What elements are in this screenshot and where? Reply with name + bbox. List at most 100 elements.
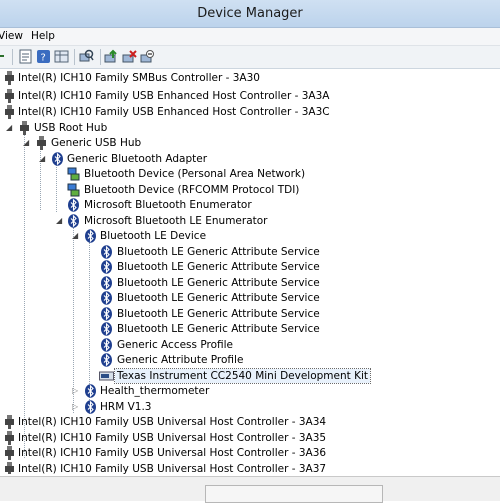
bluetooth-icon [100, 291, 113, 305]
status-bar [0, 476, 500, 503]
bluetooth-icon [84, 384, 97, 398]
bluetooth-icon [100, 307, 113, 321]
tree-row-label: Bluetooth LE Generic Attribute Service [117, 277, 320, 289]
device-tree[interactable]: Intel(R) ICH10 Family SMBus Controller -… [0, 70, 500, 474]
bluetooth-icon [84, 400, 97, 414]
tree-row[interactable]: Bluetooth LE Generic Attribute Service [0, 307, 500, 322]
window-title: Device Manager [197, 6, 303, 21]
usb-plug-icon [3, 89, 16, 103]
tree-row[interactable]: Intel(R) ICH10 Family USB Enhanced Host … [0, 105, 500, 120]
toolbar-separator [74, 49, 75, 65]
network-device-icon [67, 167, 80, 181]
network-device-icon [67, 183, 80, 197]
menu-help[interactable]: Help [31, 30, 55, 42]
toolbar-grid-icon[interactable] [54, 49, 69, 64]
tree-row-selected[interactable]: Texas Instrument CC2540 Mini Development… [0, 368, 500, 384]
bluetooth-icon [100, 260, 113, 274]
tree-row[interactable]: Intel(R) ICH10 Family USB Enhanced Host … [0, 89, 500, 104]
tree-row-label: Intel(R) ICH10 Family USB Enhanced Host … [18, 106, 330, 118]
tree-row[interactable]: ◢ Generic USB Hub [0, 136, 500, 151]
tree-row-label: Generic Attribute Profile [117, 354, 244, 366]
toolbar: ? [0, 46, 500, 69]
tree-row-label: Generic Access Profile [117, 339, 233, 351]
tree-row[interactable]: Bluetooth LE Generic Attribute Service [0, 276, 500, 291]
usb-plug-icon [35, 136, 48, 150]
bluetooth-icon [100, 276, 113, 290]
tree-row-label: Bluetooth Device (RFCOMM Protocol TDI) [84, 184, 300, 196]
toolbar-separator [12, 49, 13, 65]
tree-row-label: Intel(R) ICH10 Family USB Enhanced Host … [18, 90, 330, 102]
tree-row[interactable]: Intel(R) ICH10 Family USB Universal Host… [0, 462, 500, 474]
bluetooth-icon [100, 338, 113, 352]
tree-row-label: Bluetooth LE Generic Attribute Service [117, 308, 320, 320]
properties-icon[interactable] [18, 49, 33, 64]
tree-row-label: Bluetooth LE Device [100, 230, 207, 242]
bluetooth-icon [67, 214, 80, 228]
tree-row[interactable]: Intel(R) ICH10 Family SMBus Controller -… [0, 71, 500, 86]
collapse-arrow-icon[interactable]: ◢ [56, 217, 64, 225]
tree-row-label: USB Root Hub [34, 122, 108, 134]
toolbar-separator [100, 49, 101, 65]
usb-plug-icon [3, 446, 16, 460]
collapse-arrow-icon[interactable]: ◢ [72, 232, 80, 240]
tree-row[interactable]: ◢ Bluetooth LE Device [0, 229, 500, 244]
back-icon[interactable] [0, 49, 7, 64]
tree-row-label: Bluetooth LE Generic Attribute Service [117, 292, 320, 304]
bluetooth-icon [84, 229, 97, 243]
scan-hardware-icon[interactable] [79, 49, 94, 64]
bluetooth-icon [100, 322, 113, 336]
tree-row[interactable]: Bluetooth LE Generic Attribute Service [0, 291, 500, 306]
tree-row-label: Microsoft Bluetooth Enumerator [84, 199, 252, 211]
tree-row[interactable]: Bluetooth Device (RFCOMM Protocol TDI) [0, 183, 500, 198]
tree-row[interactable]: Generic Access Profile [0, 338, 500, 353]
tree-row-label: Bluetooth LE Generic Attribute Service [117, 246, 320, 258]
collapse-arrow-icon[interactable]: ◢ [39, 155, 47, 163]
collapse-arrow-icon[interactable]: ◢ [23, 139, 31, 147]
tree-row[interactable]: ▷ Health_thermometer [0, 384, 500, 399]
tree-row[interactable]: ◢ USB Root Hub [0, 121, 500, 136]
tree-row[interactable]: Bluetooth LE Generic Attribute Service [0, 245, 500, 260]
tree-row[interactable]: ◢ Microsoft Bluetooth LE Enumerator [0, 214, 500, 229]
tree-row-label: Intel(R) ICH10 Family USB Universal Host… [18, 447, 327, 459]
collapse-arrow-icon[interactable]: ◢ [6, 124, 14, 132]
tree-row-label: Intel(R) ICH10 Family USB Universal Host… [18, 416, 327, 428]
bluetooth-icon [51, 152, 64, 166]
tree-row-label: Generic Bluetooth Adapter [67, 153, 208, 165]
usb-plug-icon [3, 462, 16, 474]
update-driver-icon[interactable] [104, 49, 119, 64]
tree-row[interactable]: Intel(R) ICH10 Family USB Universal Host… [0, 415, 500, 430]
menu-view[interactable]: View [0, 30, 23, 42]
uninstall-icon[interactable] [122, 49, 137, 64]
bluetooth-icon [100, 353, 113, 367]
tree-row-label: Intel(R) ICH10 Family USB Universal Host… [18, 432, 327, 444]
tree-row-label: Health_thermometer [100, 385, 210, 397]
usb-plug-icon [3, 71, 16, 85]
tree-row[interactable]: Generic Attribute Profile [0, 353, 500, 368]
help-icon[interactable]: ? [36, 49, 51, 64]
tree-row-label: Bluetooth Device (Personal Area Network) [84, 168, 306, 180]
tree-row[interactable]: Bluetooth LE Generic Attribute Service [0, 260, 500, 275]
expand-arrow-icon[interactable]: ▷ [72, 387, 80, 395]
device-icon [99, 369, 114, 383]
tree-row-label: Intel(R) ICH10 Family USB Universal Host… [18, 463, 327, 474]
title-bar: Device Manager [0, 0, 500, 28]
expand-arrow-icon[interactable]: ▷ [72, 403, 80, 411]
tree-row[interactable]: Intel(R) ICH10 Family USB Universal Host… [0, 431, 500, 446]
tree-row-label: HRM V1.3 [100, 401, 152, 413]
usb-plug-icon [3, 105, 16, 119]
tree-row-label: Bluetooth LE Generic Attribute Service [117, 323, 320, 335]
tree-row[interactable]: ◢ Generic Bluetooth Adapter [0, 152, 500, 167]
disable-icon[interactable] [140, 49, 155, 64]
tree-row-label: Texas Instrument CC2540 Mini Development… [113, 368, 372, 384]
tree-row[interactable]: Intel(R) ICH10 Family USB Universal Host… [0, 446, 500, 461]
tree-row[interactable]: Bluetooth Device (Personal Area Network) [0, 167, 500, 182]
tree-row[interactable]: Microsoft Bluetooth Enumerator [0, 198, 500, 213]
bluetooth-icon [67, 198, 80, 212]
tree-row[interactable]: ▷ HRM V1.3 [0, 400, 500, 415]
svg-text:?: ? [41, 53, 46, 64]
tree-row-label: Intel(R) ICH10 Family SMBus Controller -… [18, 72, 260, 84]
tree-row-label: Generic USB Hub [51, 137, 142, 149]
bluetooth-icon [100, 245, 113, 259]
status-field [205, 485, 383, 503]
tree-row[interactable]: Bluetooth LE Generic Attribute Service [0, 322, 500, 337]
